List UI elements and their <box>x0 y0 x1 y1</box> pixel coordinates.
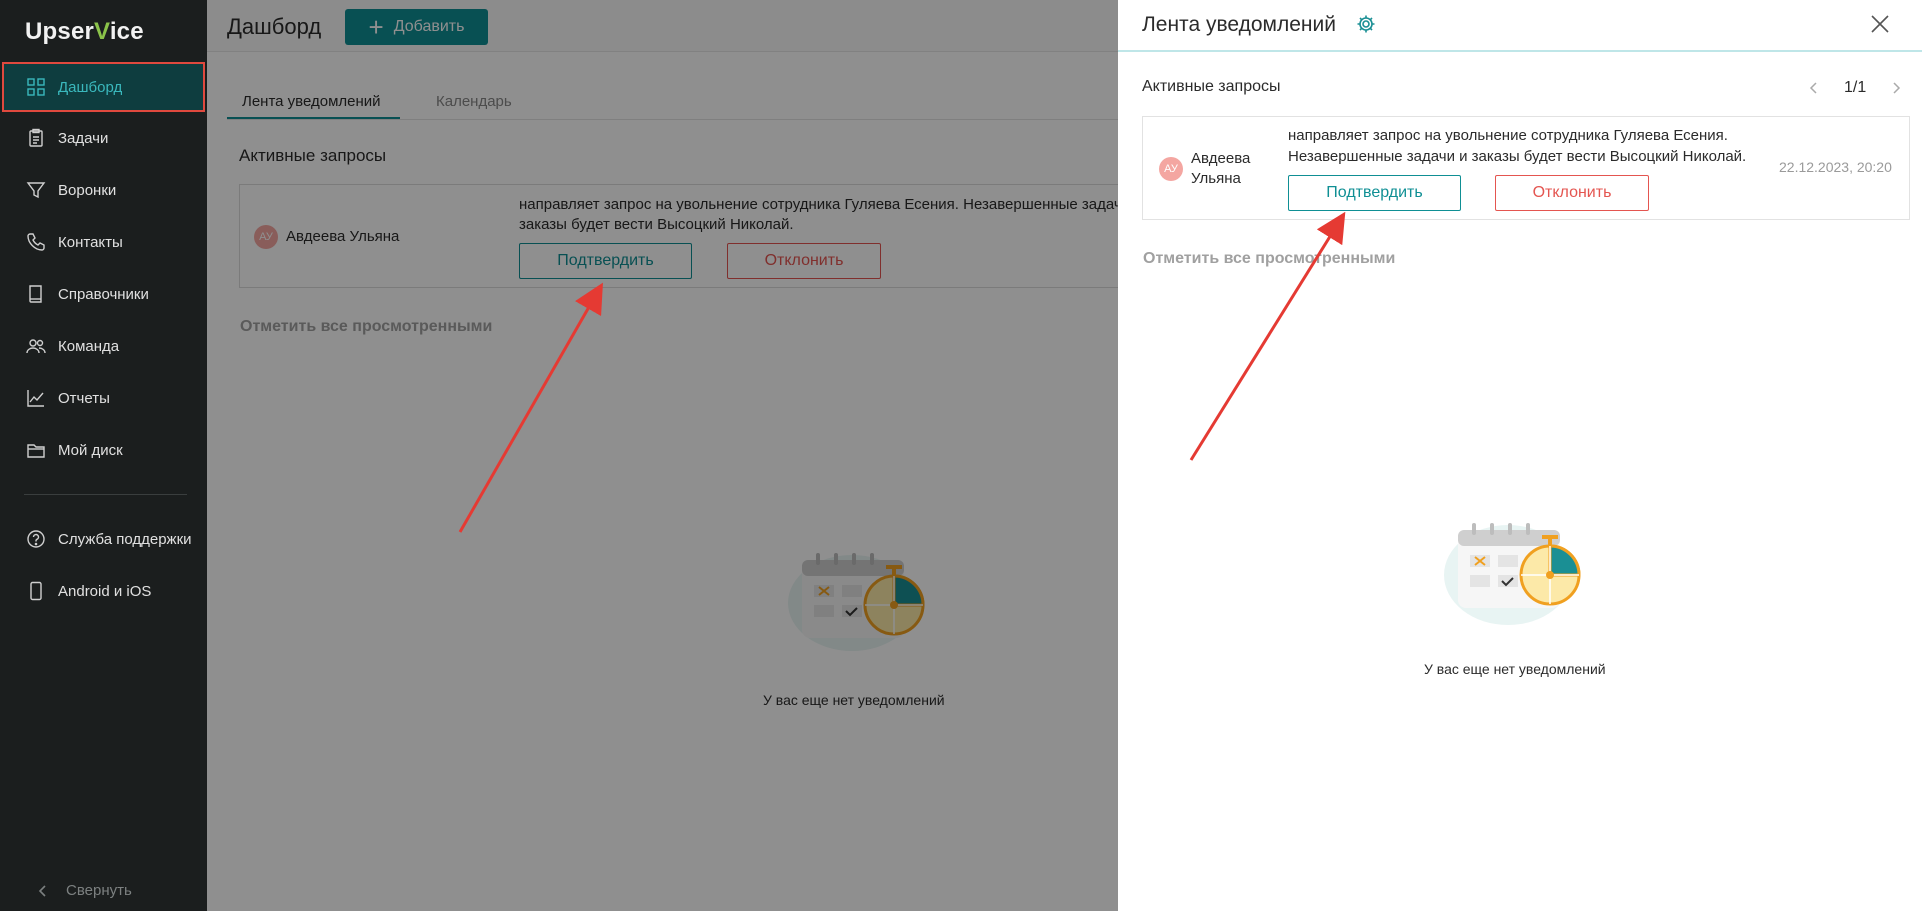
gear-icon[interactable] <box>1356 14 1376 34</box>
sidebar-item-label: Контакты <box>58 233 123 251</box>
request-timestamp: 22.12.2023, 20:20 <box>1779 159 1892 175</box>
sidebar-item-reports[interactable]: Отчеты <box>0 372 207 424</box>
sidebar-item-label: Мой диск <box>58 441 123 459</box>
mobile-icon <box>30 581 42 601</box>
sidebar-item-contacts[interactable]: Контакты <box>0 216 207 268</box>
tasks-icon <box>29 128 43 147</box>
sidebar-item-label: Задачи <box>58 129 109 147</box>
drawer-header: Лента уведомлений <box>1118 0 1922 52</box>
sidebar-item-label: Android и iOS <box>58 582 152 600</box>
page-indicator: 1/1 <box>1844 79 1867 96</box>
folder-icon <box>27 444 45 458</box>
sidebar-item-my-disk[interactable]: Мой диск <box>0 424 207 476</box>
sidebar-nav: Дашборд Задачи Воронки Контакты Справочн… <box>0 62 207 617</box>
pager: 1/1 <box>1808 78 1902 98</box>
notification-drawer: Лента уведомлений Активные запросы 1/1 А… <box>1118 0 1922 911</box>
drawer-reject-button[interactable]: Отклонить <box>1495 175 1649 211</box>
dashboard-icon <box>27 78 45 96</box>
avatar: АУ <box>1159 157 1183 181</box>
chevron-left-icon[interactable] <box>1808 82 1820 94</box>
request-text: направляет запрос на увольнение сотрудни… <box>1288 127 1747 165</box>
drawer-section-title: Активные запросы <box>1142 78 1281 95</box>
empty-calendar-illustration-icon <box>1444 523 1581 625</box>
collapse-sidebar-button[interactable]: Свернуть <box>36 882 132 899</box>
drawer-title: Лента уведомлений <box>1142 13 1336 36</box>
chart-icon <box>27 390 44 407</box>
sidebar-item-dashboard[interactable]: Дашборд <box>2 62 205 112</box>
drawer-mark-all-read-link[interactable]: Отметить все просмотренными <box>1143 250 1395 268</box>
sidebar: UpserVice Дашборд Задачи Воронки Контакт… <box>0 0 207 911</box>
sidebar-divider <box>24 494 187 495</box>
help-icon <box>27 530 45 548</box>
sidebar-item-label: Служба поддержки <box>58 530 192 548</box>
collapse-label: Свернуть <box>66 882 132 899</box>
chevron-left-icon <box>38 884 46 897</box>
sidebar-item-label: Отчеты <box>58 389 110 407</box>
modal-overlay[interactable] <box>207 0 1118 911</box>
empty-state-text: У вас еще нет уведомлений <box>1424 661 1606 677</box>
chevron-right-icon[interactable] <box>1890 82 1902 94</box>
sidebar-item-label: Справочники <box>58 285 149 303</box>
close-icon[interactable] <box>1870 14 1890 34</box>
sidebar-item-label: Дашборд <box>58 78 123 96</box>
drawer-confirm-button[interactable]: Подтвердить <box>1288 175 1461 211</box>
app-logo[interactable]: UpserVice <box>25 18 144 46</box>
sidebar-item-funnels[interactable]: Воронки <box>0 164 207 216</box>
funnel-icon <box>26 182 46 199</box>
sidebar-item-label: Воронки <box>58 181 117 199</box>
team-icon <box>26 339 46 354</box>
sidebar-item-support[interactable]: Служба поддержки <box>0 513 207 565</box>
sidebar-item-tasks[interactable]: Задачи <box>0 112 207 164</box>
requester-name: Авдеева Ульяна <box>1191 150 1251 187</box>
drawer-request-card: АУ Авдеева Ульяна направляет запрос на у… <box>1142 116 1910 220</box>
sidebar-item-directories[interactable]: Справочники <box>0 268 207 320</box>
phone-icon <box>27 233 45 251</box>
sidebar-item-label: Команда <box>58 337 120 355</box>
sidebar-item-team[interactable]: Команда <box>0 320 207 372</box>
sidebar-item-mobile-apps[interactable]: Android и iOS <box>0 565 207 617</box>
book-icon <box>29 285 42 303</box>
